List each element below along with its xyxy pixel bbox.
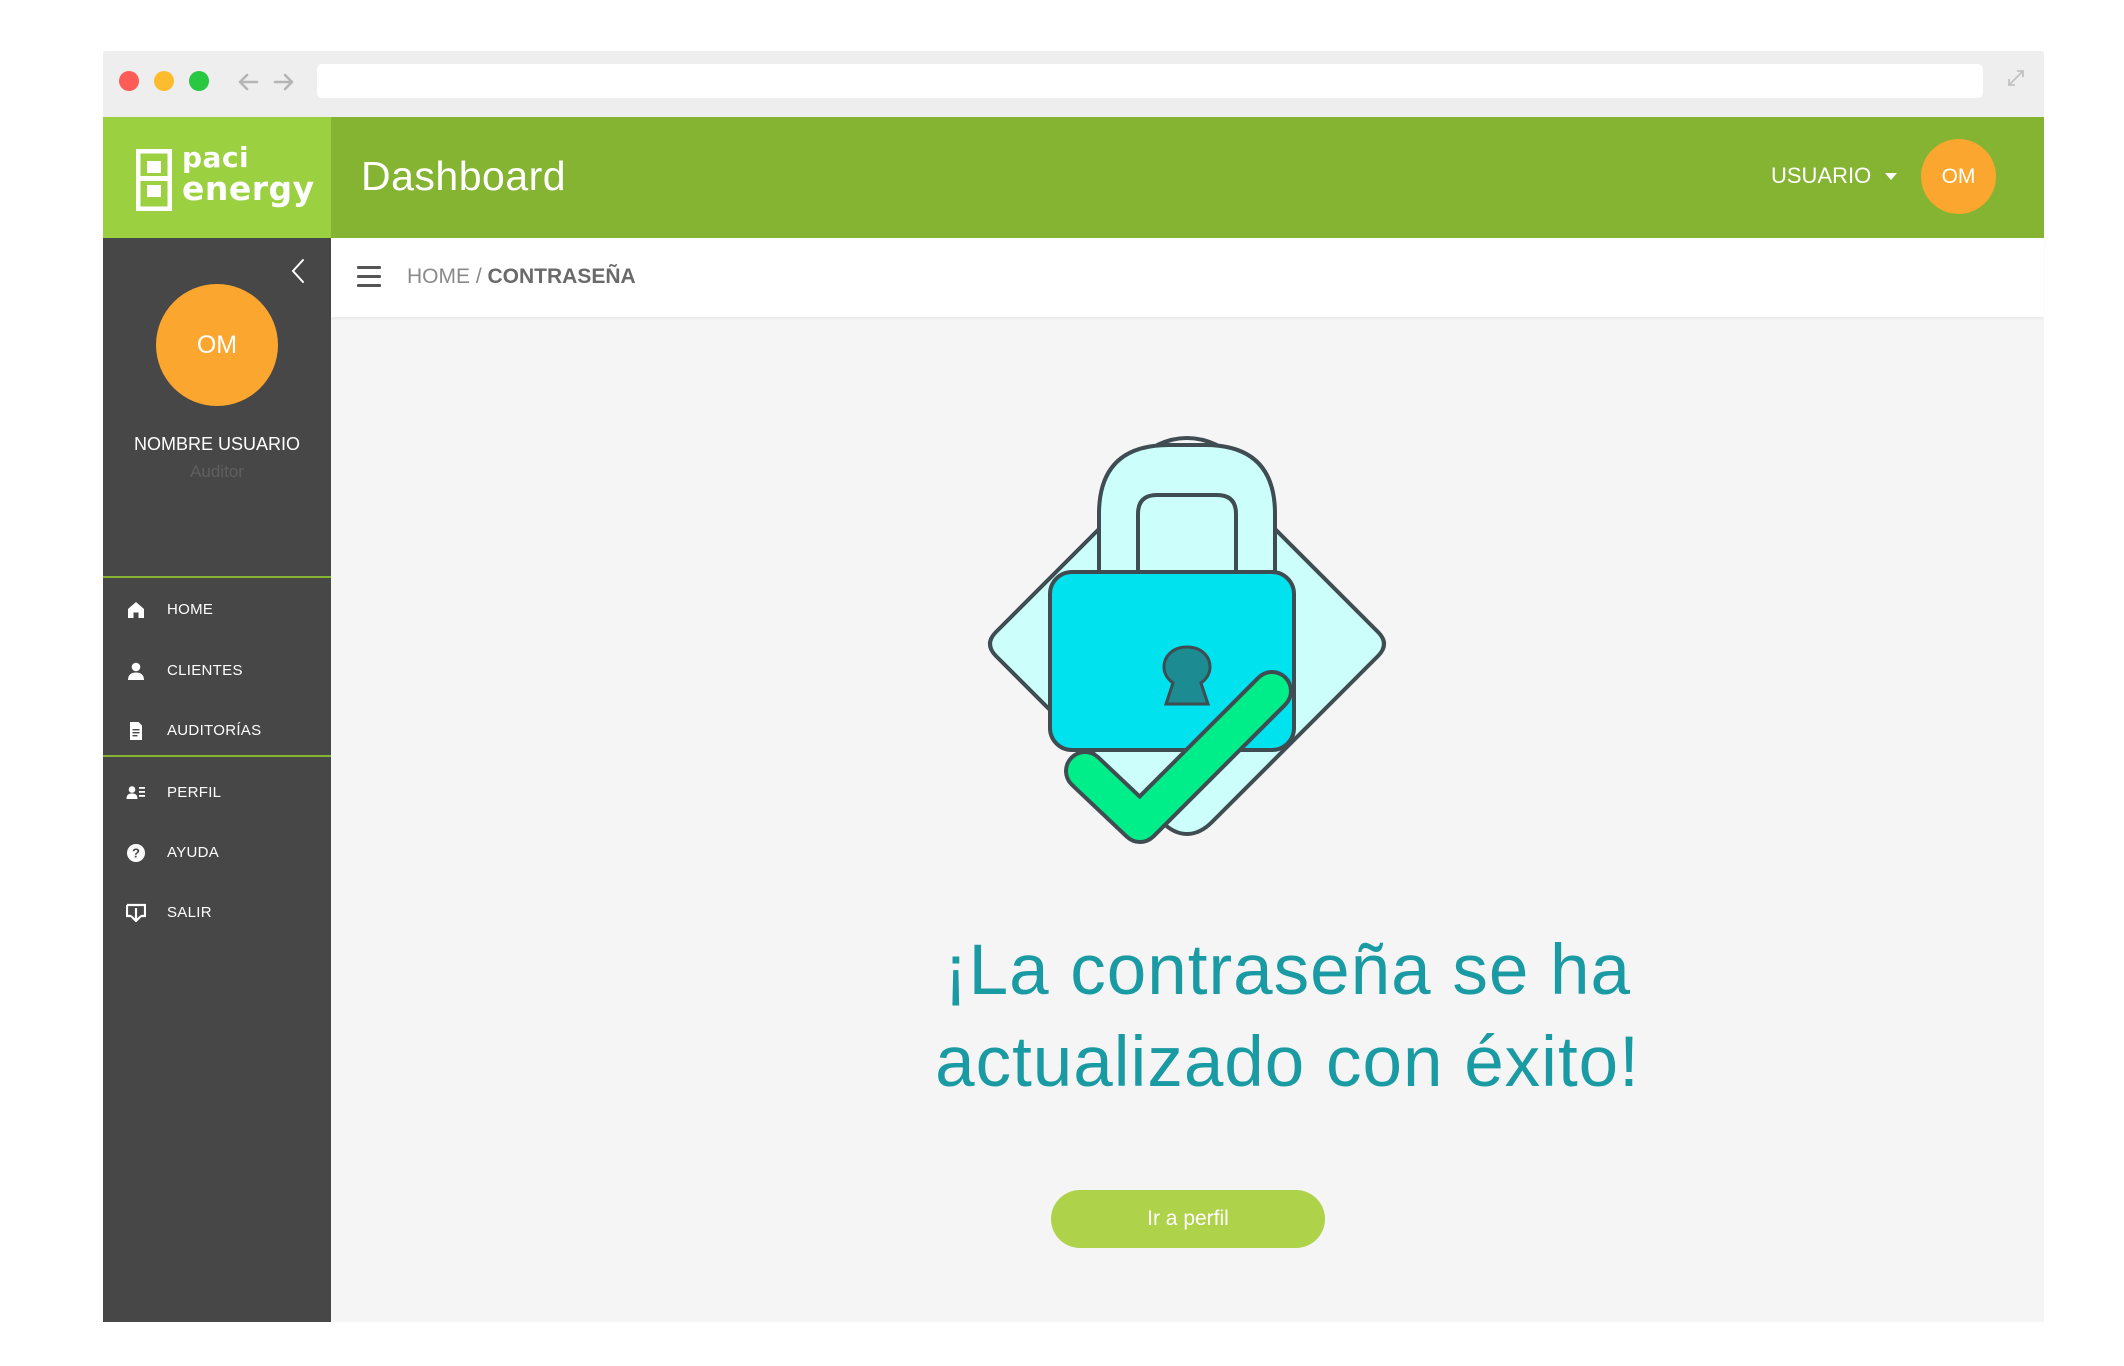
document-icon [130, 722, 142, 740]
caret-down-icon [1885, 172, 1898, 180]
browser-toolbar [103, 51, 2044, 117]
sidebar-divider [103, 755, 331, 757]
user-icon [128, 662, 144, 680]
address-bar[interactable] [317, 64, 1983, 98]
window-close-dot[interactable] [119, 71, 139, 91]
browser-window: paci energy Dashboard USUARIO OM OM NOMB… [103, 51, 2044, 1322]
breadcrumb: HOME / CONTRASEÑA [407, 265, 636, 289]
page: paci energy Dashboard USUARIO OM OM NOMB… [0, 0, 2124, 1366]
sidebar: OM NOMBRE USUARIO Auditor HOME CLIENTES [103, 238, 331, 1322]
sidebar-item-auditorias[interactable]: AUDITORÍAS [103, 706, 331, 756]
header-avatar[interactable]: OM [1921, 139, 1996, 214]
logout-icon [126, 903, 146, 923]
help-icon: ? [127, 844, 145, 862]
back-arrow-icon[interactable] [237, 72, 259, 92]
go-to-profile-button[interactable]: Ir a perfil [1051, 1190, 1325, 1248]
sidebar-item-label: AUDITORÍAS [167, 722, 262, 739]
user-menu-dropdown[interactable]: USUARIO [1771, 163, 1898, 189]
sidebar-user-name: NOMBRE USUARIO [133, 434, 301, 454]
sidebar-item-ayuda[interactable]: ? AYUDA [103, 828, 331, 878]
sidebar-user-role: Auditor [190, 462, 244, 481]
breadcrumb-separator: / [470, 265, 488, 288]
app-header: paci energy Dashboard USUARIO OM [103, 117, 2044, 238]
success-message: ¡La contraseña se ha actualizado con éxi… [531, 925, 2044, 1109]
user-menu-label: USUARIO [1771, 163, 1872, 188]
window-minimize-dot[interactable] [154, 71, 174, 91]
forward-arrow-icon[interactable] [273, 72, 295, 92]
sidebar-item-clientes[interactable]: CLIENTES [103, 646, 331, 696]
sidebar-item-label: PERFIL [167, 784, 222, 801]
logo-text-bottom: energy [182, 169, 315, 208]
padlock-check-icon [988, 436, 1386, 844]
sidebar-avatar[interactable]: OM [156, 284, 278, 406]
collapse-chevron-icon[interactable] [290, 258, 306, 284]
success-message-line1: ¡La contraseña se ha [943, 931, 1632, 1010]
success-message-line2: actualizado con éxito! [935, 1023, 1640, 1102]
window-maximize-dot[interactable] [189, 71, 209, 91]
sidebar-divider [103, 576, 331, 578]
breadcrumb-bar: HOME / CONTRASEÑA [331, 238, 2044, 317]
logo[interactable]: paci energy [103, 117, 331, 238]
breadcrumb-current: CONTRASEÑA [487, 265, 636, 288]
menu-icon[interactable] [357, 266, 381, 288]
sidebar-item-label: SALIR [167, 904, 212, 921]
expand-icon[interactable] [2006, 68, 2026, 88]
logo-mark-icon [136, 149, 172, 211]
home-icon [128, 602, 144, 618]
sidebar-item-home[interactable]: HOME [103, 585, 331, 635]
sidebar-item-label: AYUDA [167, 844, 220, 861]
profile-card-icon [126, 786, 145, 799]
sidebar-item-label: HOME [167, 601, 214, 618]
sidebar-item-label: CLIENTES [167, 662, 243, 679]
sidebar-item-perfil[interactable]: PERFIL [103, 768, 331, 818]
sidebar-item-salir[interactable]: SALIR [103, 888, 331, 938]
svg-text:?: ? [132, 846, 140, 861]
breadcrumb-home[interactable]: HOME [407, 265, 470, 288]
page-title: Dashboard [361, 153, 567, 199]
